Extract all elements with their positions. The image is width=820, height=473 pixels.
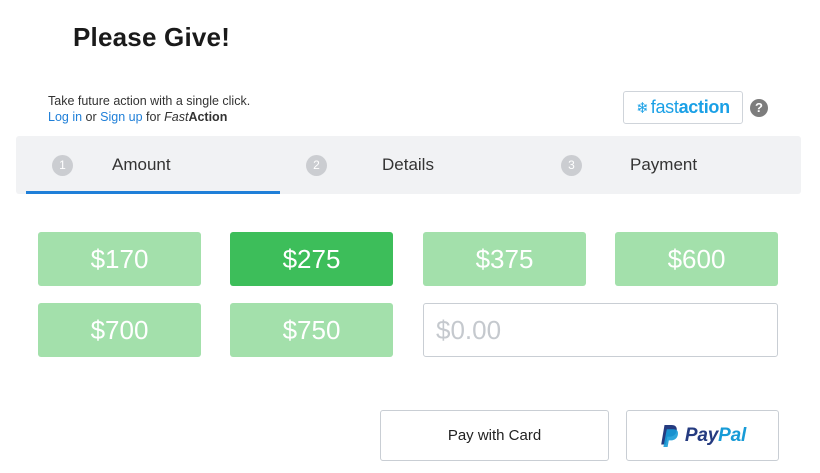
custom-amount-input[interactable] (423, 303, 778, 357)
tab-payment[interactable]: 3 Payment (561, 136, 697, 194)
amount-button-275[interactable]: $275 (230, 232, 393, 286)
tab-amount[interactable]: 1 Amount (52, 136, 171, 194)
fastaction-brand-bold: Action (188, 110, 228, 124)
step-number: 2 (306, 154, 327, 176)
paypal-pay-text: Pay (684, 424, 719, 446)
fastaction-prompt: Take future action with a single click. … (48, 93, 250, 125)
for-text: for (146, 110, 161, 124)
page-title: Please Give! (73, 22, 231, 52)
amount-button-700[interactable]: $700 (38, 303, 201, 357)
fastaction-snowflake-icon: ❄ (636, 99, 649, 117)
amount-button-375[interactable]: $375 (423, 232, 586, 286)
fastaction-brand-italic: Fast (164, 110, 189, 124)
fastaction-intro: Take future action with a single click. (48, 94, 251, 108)
paypal-button[interactable]: PayPal (626, 410, 779, 461)
paypal-wordmark: PayPal (685, 425, 746, 447)
fastaction-brand: FastAction (164, 110, 227, 124)
fastaction-links: Log in or Sign up for FastAction (48, 109, 250, 125)
paypal-pal-text: Pal (718, 424, 747, 446)
step-tabs: 1 Amount 2 Details 3 Payment (16, 136, 801, 194)
step-label: Payment (630, 155, 698, 174)
amount-button-750[interactable]: $750 (230, 303, 393, 357)
question-circle-icon[interactable]: ? (750, 99, 768, 117)
step-label: Amount (112, 155, 171, 174)
or-text: or (85, 110, 97, 124)
amount-button-170[interactable]: $170 (38, 232, 201, 286)
fastaction-logo-fast: fast (650, 97, 679, 117)
fastaction-logo-action: action (678, 97, 731, 117)
step-number: 1 (52, 154, 73, 176)
login-link[interactable]: Log in (48, 110, 82, 124)
signup-link[interactable]: Sign up (100, 110, 142, 124)
pay-with-card-button[interactable]: Pay with Card (380, 410, 609, 461)
step-number: 3 (561, 154, 582, 176)
step-label: Details (382, 155, 434, 174)
amount-button-600[interactable]: $600 (615, 232, 778, 286)
active-tab-indicator (26, 191, 280, 194)
fastaction-logo-button[interactable]: ❄ fast action (623, 91, 743, 124)
tab-details[interactable]: 2 Details (306, 136, 434, 194)
paypal-p-icon (661, 424, 678, 447)
